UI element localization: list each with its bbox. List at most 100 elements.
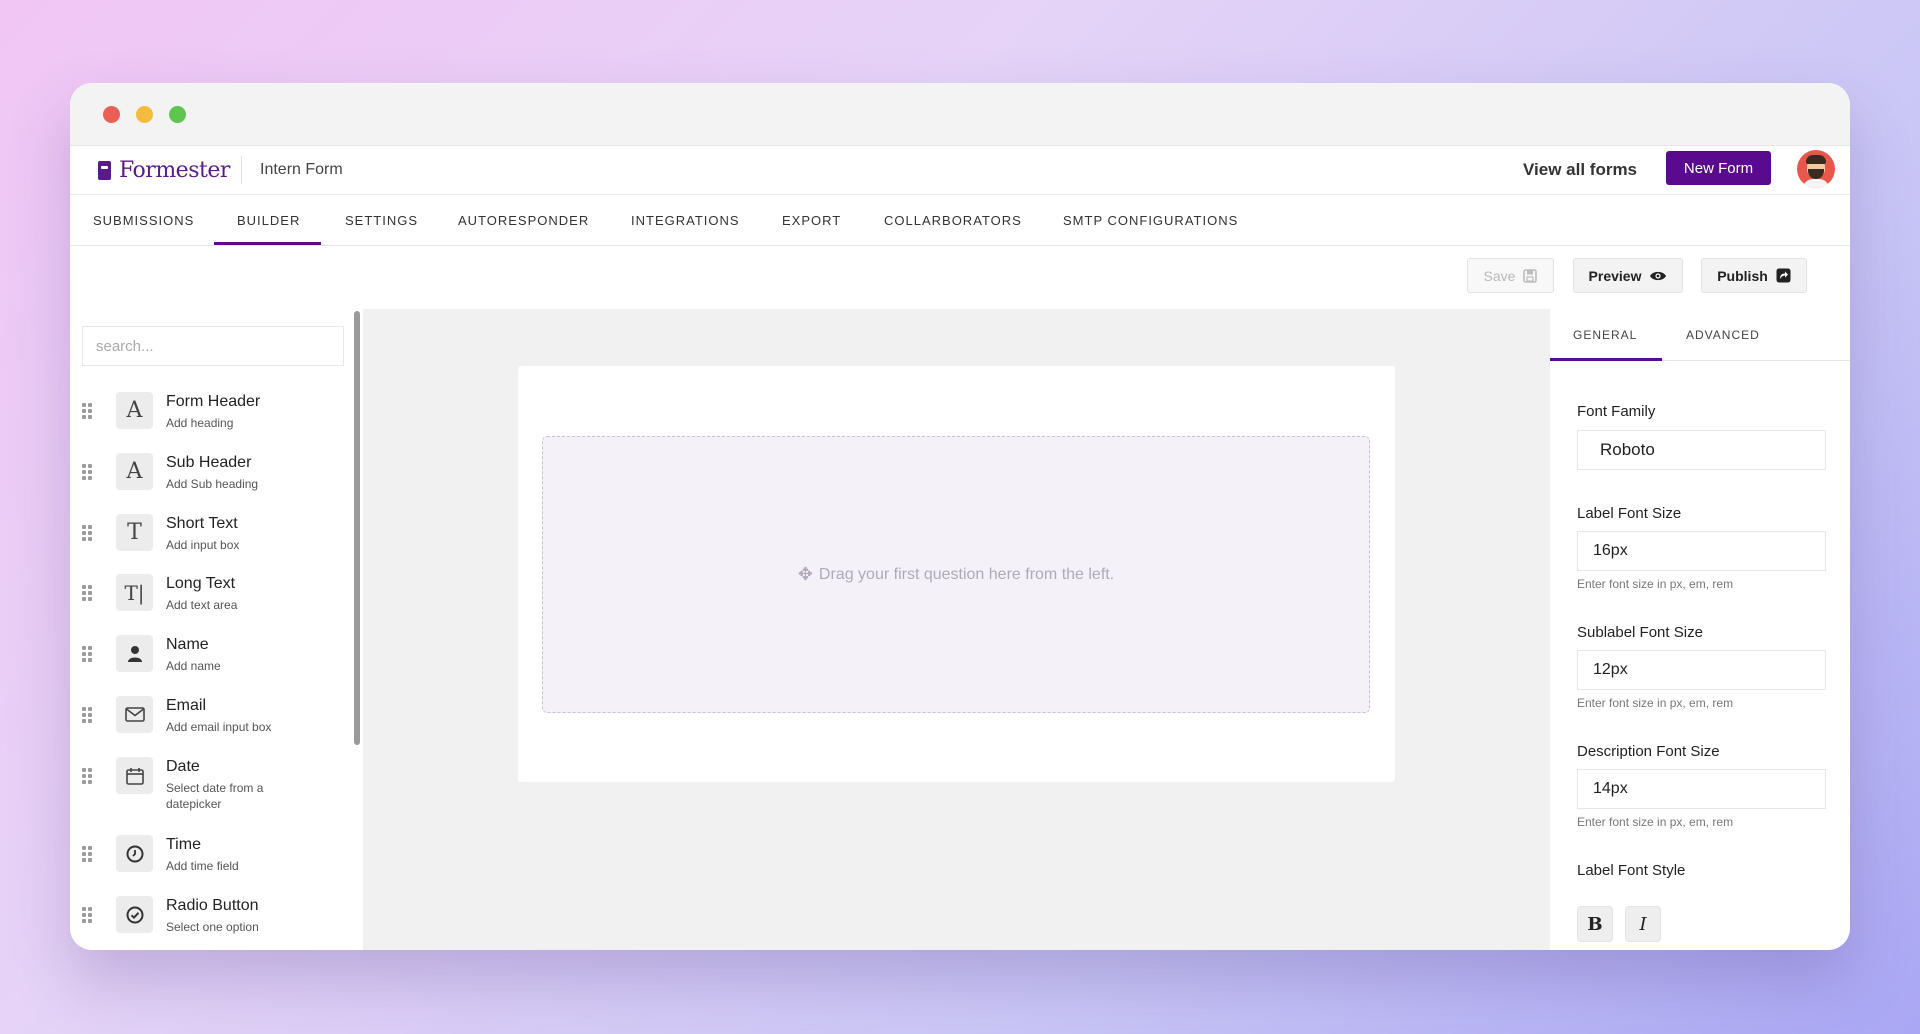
envelope-icon xyxy=(116,696,153,733)
field-name: Sub Header xyxy=(166,454,252,471)
italic-button[interactable]: I xyxy=(1625,906,1661,942)
drag-handle-icon[interactable] xyxy=(82,403,92,419)
form-title[interactable]: Intern Form xyxy=(260,161,343,179)
window-titlebar xyxy=(70,83,1850,146)
minimize-window-button[interactable] xyxy=(136,106,153,123)
main-tabs: SUBMISSIONS BUILDER SETTINGS AUTORESPOND… xyxy=(70,195,1850,246)
dropzone-text: Drag your first question here from the l… xyxy=(818,565,1115,583)
description-font-size-label: Description Font Size xyxy=(1577,743,1720,760)
field-item-name[interactable]: Name Add name xyxy=(70,632,350,687)
drag-handle-icon[interactable] xyxy=(82,525,92,541)
avatar[interactable] xyxy=(1797,150,1835,188)
field-description: Add Sub heading xyxy=(166,477,259,491)
field-item-form-header[interactable]: A Form Header Add heading xyxy=(70,389,350,444)
logo-icon xyxy=(98,161,111,180)
logo[interactable]: Formester xyxy=(98,158,230,183)
field-description: Select one option xyxy=(166,920,259,934)
field-name: Radio Button xyxy=(166,897,259,914)
field-item-short-text[interactable]: T Short Text Add input box xyxy=(70,511,350,566)
font-family-value: Roboto xyxy=(1600,440,1655,459)
tab-submissions[interactable]: SUBMISSIONS xyxy=(93,213,194,228)
field-description: Add heading xyxy=(166,416,234,430)
sidebar-scrollbar[interactable] xyxy=(354,311,360,745)
form-canvas: ✥ Drag your first question here from the… xyxy=(363,309,1550,950)
builder-workspace: A Form Header Add heading A Sub Header Add Su… xyxy=(70,309,1850,950)
field-item-date[interactable]: Date Select date from a datepicker xyxy=(70,754,350,811)
drag-handle-icon[interactable] xyxy=(82,846,92,862)
label-font-size-help: Enter font size in px, em, rem xyxy=(1577,577,1734,591)
preview-label: Preview xyxy=(1588,267,1642,284)
header-a-icon: A xyxy=(116,453,153,490)
label-font-size-value: 16px xyxy=(1593,542,1628,559)
drag-handle-icon[interactable] xyxy=(82,768,92,784)
description-font-size-help: Enter font size in px, em, rem xyxy=(1577,815,1734,829)
field-item-email[interactable]: Email Add email input box xyxy=(70,693,350,748)
tab-autoresponder[interactable]: AUTORESPONDER xyxy=(458,213,589,228)
tab-settings[interactable]: SETTINGS xyxy=(345,213,418,228)
new-form-button[interactable]: New Form xyxy=(1666,151,1771,185)
eye-icon xyxy=(1650,271,1667,280)
header-a-icon: A xyxy=(116,392,153,429)
sublabel-font-size-label: Sublabel Font Size xyxy=(1577,624,1703,641)
tab-collaborators[interactable]: COLLARBORATORS xyxy=(884,213,1022,228)
panel-tabs: GENERAL ADVANCED xyxy=(1550,309,1850,361)
maximize-window-button[interactable] xyxy=(169,106,186,123)
publish-label: Publish xyxy=(1717,267,1768,284)
drag-handle-icon[interactable] xyxy=(82,464,92,480)
tab-advanced[interactable]: ADVANCED xyxy=(1686,328,1760,342)
form-card: ✥ Drag your first question here from the… xyxy=(518,366,1395,782)
view-all-forms-link[interactable]: View all forms xyxy=(1523,160,1637,180)
clock-icon xyxy=(116,835,153,872)
tab-integrations[interactable]: INTEGRATIONS xyxy=(631,213,740,228)
tab-builder[interactable]: BUILDER xyxy=(237,213,300,228)
field-name: Time xyxy=(166,836,201,853)
active-tab-indicator xyxy=(214,242,321,245)
font-family-select[interactable]: Roboto xyxy=(1577,430,1826,470)
logo-text: Formester xyxy=(119,158,230,183)
label-font-size-label: Label Font Size xyxy=(1577,505,1682,522)
field-description: Add name xyxy=(166,659,221,673)
field-sidebar: A Form Header Add heading A Sub Header Add Su… xyxy=(70,309,363,950)
builder-toolbar: Save Preview Publish xyxy=(70,246,1850,308)
field-name: Email xyxy=(166,697,207,714)
drag-handle-icon[interactable] xyxy=(82,585,92,601)
field-item-time[interactable]: Time Add time field xyxy=(70,832,350,887)
publish-button[interactable]: Publish xyxy=(1701,258,1807,293)
close-window-button[interactable] xyxy=(103,106,120,123)
field-name: Long Text xyxy=(166,575,236,592)
preview-button[interactable]: Preview xyxy=(1573,258,1683,293)
drag-handle-icon[interactable] xyxy=(82,646,92,662)
sublabel-font-size-input[interactable]: 12px xyxy=(1577,650,1826,690)
field-name: Short Text xyxy=(166,515,238,532)
description-font-size-value: 14px xyxy=(1593,780,1628,797)
field-description: Select date from a datepicker xyxy=(166,781,264,811)
description-font-size-input[interactable]: 14px xyxy=(1577,769,1826,809)
field-search-input[interactable] xyxy=(82,326,344,366)
save-button[interactable]: Save xyxy=(1467,258,1554,293)
field-item-long-text[interactable]: T| Long Text Add text area xyxy=(70,571,350,626)
field-description: Add time field xyxy=(166,859,239,873)
drag-handle-icon[interactable] xyxy=(82,707,92,723)
question-dropzone[interactable]: ✥ Drag your first question here from the… xyxy=(542,436,1370,713)
tab-export[interactable]: EXPORT xyxy=(782,213,841,228)
user-icon xyxy=(116,635,153,672)
panel-tab-indicator xyxy=(1550,358,1662,361)
app-window: Formester Intern Form View all forms New… xyxy=(70,83,1850,950)
sublabel-font-size-value: 12px xyxy=(1593,661,1628,678)
field-description: Add text area xyxy=(166,598,238,612)
text-t-icon: T xyxy=(116,514,153,551)
tab-general[interactable]: GENERAL xyxy=(1573,328,1637,342)
drag-handle-icon[interactable] xyxy=(82,907,92,923)
app-header: Formester Intern Form View all forms New… xyxy=(70,146,1850,195)
share-icon xyxy=(1776,268,1791,283)
save-label: Save xyxy=(1483,267,1516,284)
field-item-sub-header[interactable]: A Sub Header Add Sub heading xyxy=(70,450,350,505)
check-circle-icon xyxy=(116,896,153,933)
field-description: Add input box xyxy=(166,538,240,552)
bold-button[interactable]: B xyxy=(1577,906,1613,942)
sublabel-font-size-help: Enter font size in px, em, rem xyxy=(1577,696,1734,710)
field-item-radio-button[interactable]: Radio Button Select one option xyxy=(70,893,350,948)
tab-smtp-configurations[interactable]: SMTP CONFIGURATIONS xyxy=(1063,213,1238,228)
label-font-size-input[interactable]: 16px xyxy=(1577,531,1826,571)
move-icon: ✥ xyxy=(797,564,813,584)
